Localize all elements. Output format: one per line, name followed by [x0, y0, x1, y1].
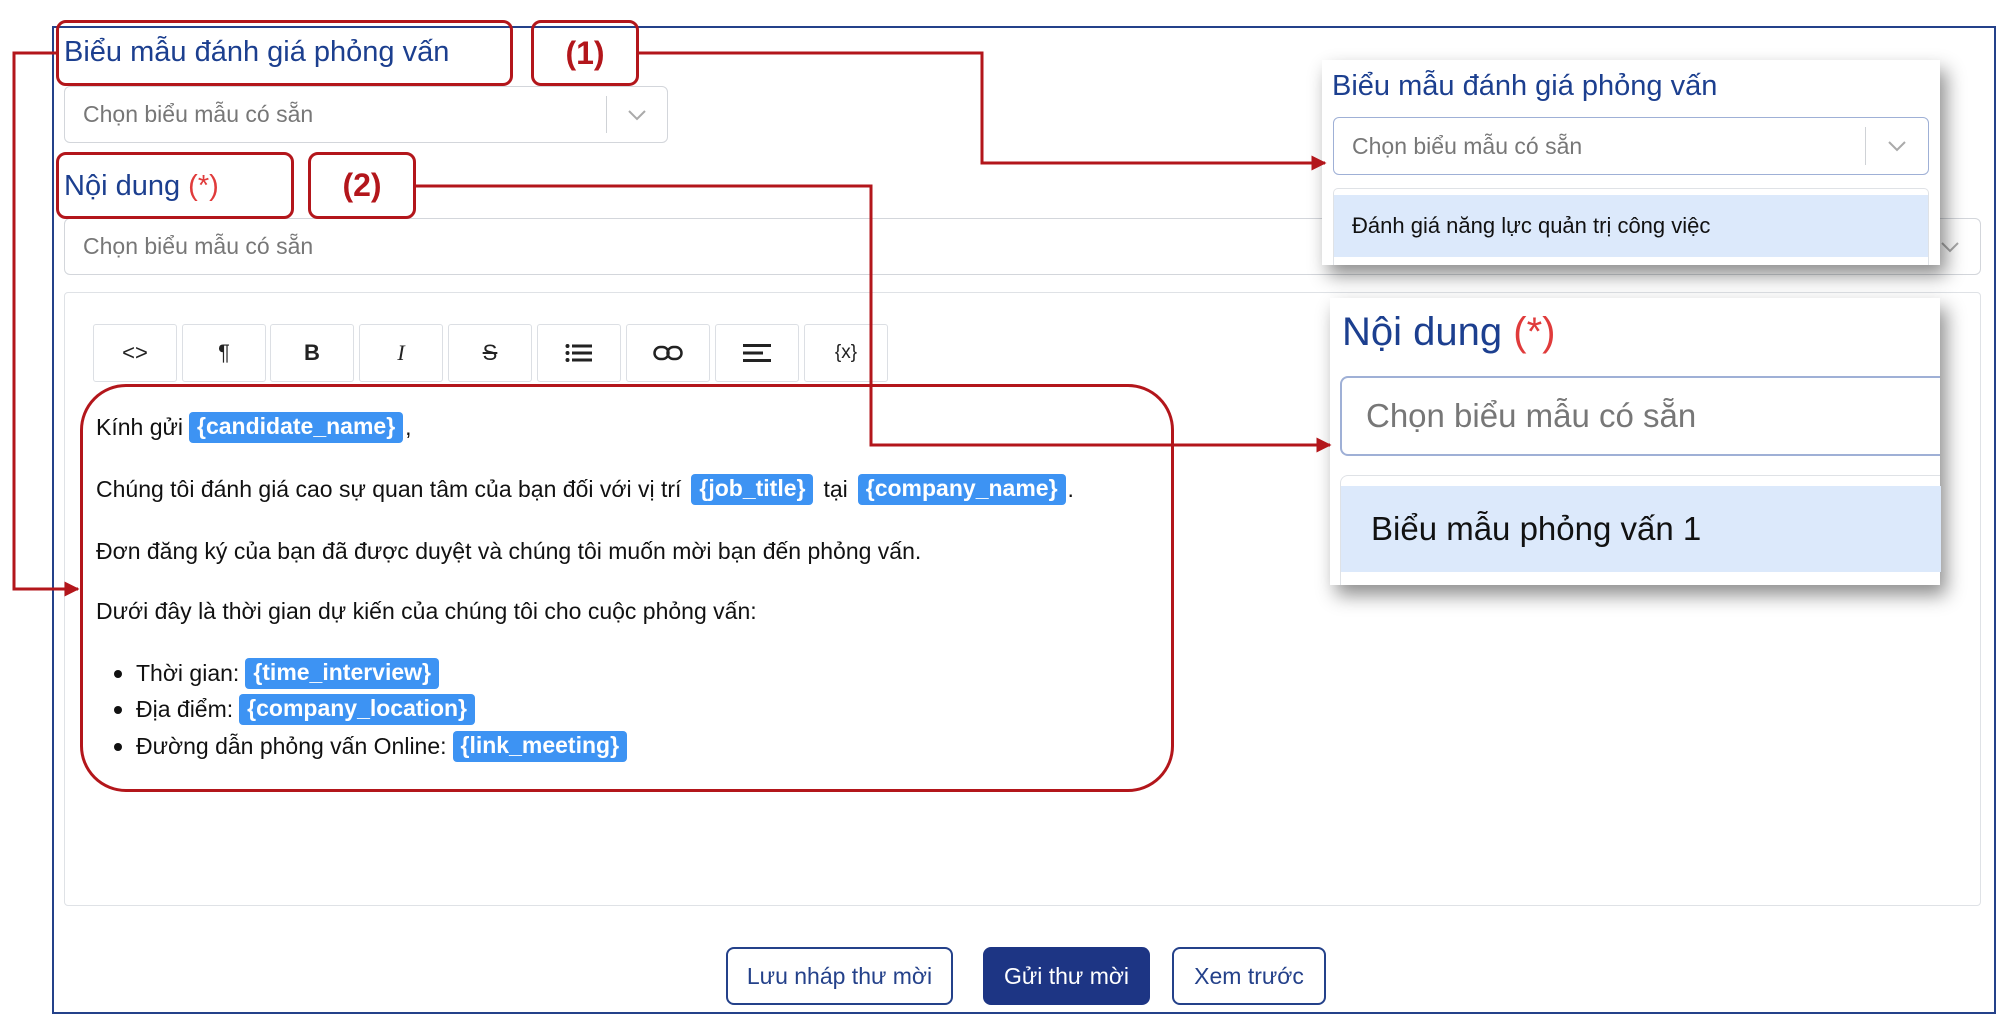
send-invitation-button[interactable]: Gửi thư mời	[983, 947, 1150, 1005]
annotation-connectors	[12, 51, 1332, 597]
preview-button[interactable]: Xem trước	[1172, 947, 1326, 1005]
save-draft-button[interactable]: Lưu nháp thư mời	[726, 947, 953, 1005]
connector-left-arrow	[12, 51, 80, 597]
connector-1-arrow	[639, 51, 1327, 171]
connector-2-arrow	[416, 184, 1332, 453]
